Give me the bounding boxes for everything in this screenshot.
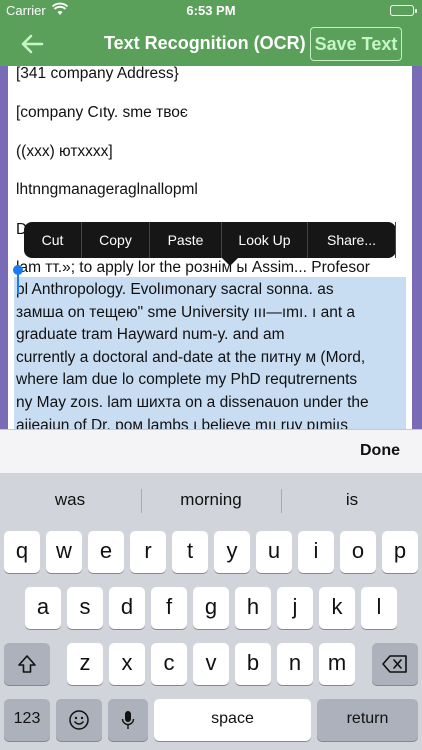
text-line: lam тт.»; to apply lor the рознім ы Assi…	[16, 259, 370, 276]
edit-menu: Cut Copy Paste Look Up Share...	[24, 222, 396, 266]
key-l[interactable]: l	[361, 587, 397, 629]
key-q[interactable]: q	[4, 531, 40, 573]
back-arrow-icon[interactable]	[18, 30, 46, 58]
suggestion-divider	[281, 489, 282, 513]
menu-item-cut[interactable]: Cut	[24, 222, 82, 258]
suggestion-bar: was morning is	[0, 473, 422, 527]
save-text-button[interactable]: Save Text	[310, 27, 402, 61]
suggestion-divider	[141, 489, 142, 513]
key-i[interactable]: i	[298, 531, 334, 573]
key-o[interactable]: o	[340, 531, 376, 573]
key-v[interactable]: v	[193, 643, 229, 685]
key-t[interactable]: t	[172, 531, 208, 573]
edit-menu-pointer	[222, 258, 238, 266]
space-key[interactable]: space	[154, 699, 311, 741]
key-b[interactable]: b	[235, 643, 271, 685]
battery-icon	[390, 5, 417, 16]
shift-icon	[18, 655, 36, 673]
key-w[interactable]: w	[46, 531, 82, 573]
clock: 6:53 PM	[186, 3, 236, 18]
key-m[interactable]: m	[319, 643, 355, 685]
emoji-key[interactable]	[56, 699, 102, 741]
key-z[interactable]: z	[67, 643, 103, 685]
text-line: ((xxx) ютxxxx]	[16, 143, 113, 160]
delete-key[interactable]	[372, 643, 418, 685]
key-j[interactable]: j	[277, 587, 313, 629]
key-x[interactable]: x	[109, 643, 145, 685]
keyboard: was morning is q w e r t y u i o p a s d…	[0, 473, 422, 750]
suggestion-item[interactable]: was	[40, 490, 100, 510]
selection-handle[interactable]	[13, 265, 23, 275]
key-d[interactable]: d	[109, 587, 145, 629]
key-p[interactable]: p	[382, 531, 418, 573]
suggestion-item[interactable]: is	[322, 490, 382, 510]
key-c[interactable]: c	[151, 643, 187, 685]
key-a[interactable]: a	[25, 587, 61, 629]
text-line: [341 company Address}	[16, 66, 179, 82]
key-f[interactable]: f	[151, 587, 187, 629]
menu-item-share[interactable]: Share...	[308, 222, 396, 258]
key-u[interactable]: u	[256, 531, 292, 573]
key-h[interactable]: h	[235, 587, 271, 629]
done-button[interactable]: Done	[360, 442, 400, 460]
text-line: [company Cıty. sme твоє	[16, 104, 188, 121]
key-n[interactable]: n	[277, 643, 313, 685]
emoji-icon	[69, 710, 89, 730]
selected-text: pl Anthropology. Evolımonary sacral sonn…	[16, 281, 369, 429]
return-key[interactable]: return	[317, 699, 418, 741]
shift-key[interactable]	[4, 643, 50, 685]
key-e[interactable]: e	[88, 531, 124, 573]
numbers-key[interactable]: 123	[4, 699, 50, 741]
keyboard-toolbar: Done	[0, 429, 422, 473]
page-title: Text Recognition (OCR)	[104, 33, 306, 53]
key-g[interactable]: g	[193, 587, 229, 629]
text-line: lhtnngmanageraglnallopml	[16, 181, 198, 198]
key-s[interactable]: s	[67, 587, 103, 629]
suggestion-item[interactable]: morning	[161, 490, 261, 510]
menu-item-paste[interactable]: Paste	[150, 222, 222, 258]
menu-item-look-up[interactable]: Look Up	[222, 222, 308, 258]
navigation-bar: Text Recognition (OCR) Save Text	[0, 22, 422, 66]
dictation-key[interactable]	[108, 699, 148, 741]
key-y[interactable]: y	[214, 531, 250, 573]
backspace-icon	[382, 655, 407, 673]
microphone-icon	[121, 711, 135, 729]
selection-handle-bar	[17, 272, 19, 294]
key-k[interactable]: k	[319, 587, 355, 629]
menu-item-copy[interactable]: Copy	[82, 222, 150, 258]
key-r[interactable]: r	[130, 531, 166, 573]
status-bar: Carrier 6:53 PM	[0, 0, 422, 22]
